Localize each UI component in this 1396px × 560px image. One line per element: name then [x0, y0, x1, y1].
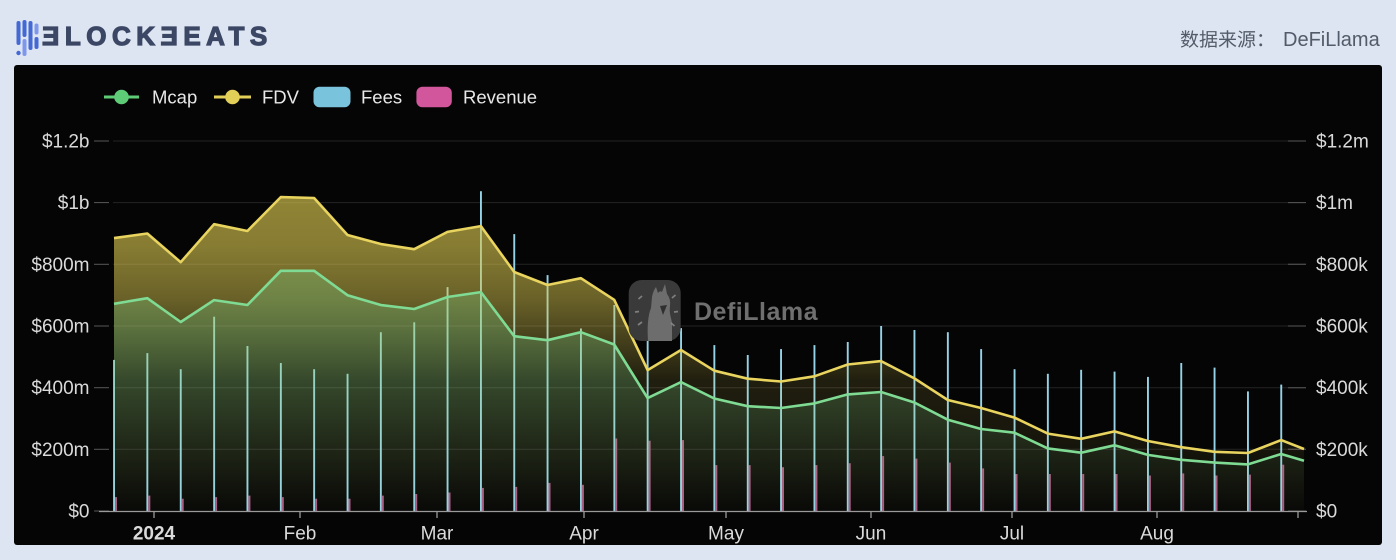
svg-text:Mar: Mar: [421, 524, 454, 545]
svg-text:$400m: $400m: [31, 378, 89, 399]
svg-text:Jul: Jul: [1000, 524, 1024, 545]
svg-text:$1m: $1m: [1316, 193, 1353, 214]
svg-text:Apr: Apr: [569, 524, 599, 545]
svg-text:$200k: $200k: [1316, 440, 1368, 461]
svg-text:May: May: [708, 524, 744, 545]
svg-text:Aug: Aug: [1140, 524, 1174, 545]
svg-text:$1.2b: $1.2b: [42, 132, 90, 153]
svg-text:Feb: Feb: [284, 524, 317, 545]
svg-text:$1.2m: $1.2m: [1316, 132, 1369, 153]
svg-text:Revenue: Revenue: [463, 87, 537, 108]
svg-text:Mcap: Mcap: [152, 87, 197, 108]
svg-text:$0: $0: [1316, 502, 1337, 523]
svg-text:$400k: $400k: [1316, 378, 1368, 399]
svg-text:$800m: $800m: [31, 255, 89, 276]
svg-text:$1b: $1b: [58, 193, 90, 214]
svg-text:DefiLlama: DefiLlama: [694, 298, 819, 326]
svg-text:$200m: $200m: [31, 440, 89, 461]
svg-text:Fees: Fees: [361, 87, 402, 108]
svg-text:$800k: $800k: [1316, 255, 1368, 276]
svg-text:$0: $0: [68, 502, 89, 523]
svg-text:$600m: $600m: [31, 317, 89, 338]
svg-text:2024: 2024: [133, 524, 176, 545]
svg-text:FDV: FDV: [262, 87, 300, 108]
svg-text:Jun: Jun: [856, 524, 887, 545]
svg-text:$600k: $600k: [1316, 317, 1368, 338]
